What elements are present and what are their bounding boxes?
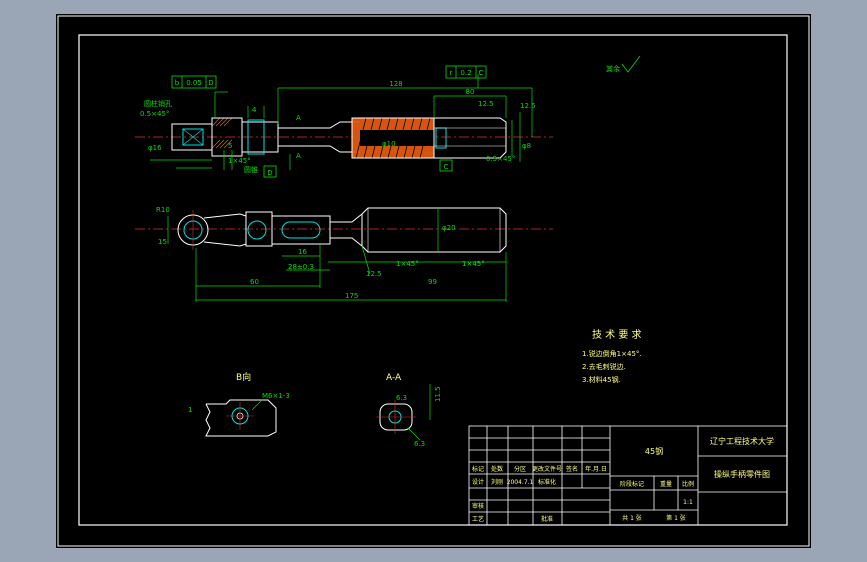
chamfer-a: 1×45° bbox=[396, 260, 419, 268]
dim-28: 28±0.3 bbox=[288, 263, 314, 271]
hole-note-title: 圆柱销孔 bbox=[144, 99, 172, 108]
tol-left-symbol: b bbox=[175, 79, 180, 87]
knob-length-dim: 80 bbox=[466, 88, 475, 96]
dim-square: 4 bbox=[252, 106, 257, 114]
dim-5: 5 bbox=[228, 142, 232, 150]
weight-label: 重量 bbox=[660, 480, 672, 488]
view-aa-dim-top: 6.3 bbox=[396, 394, 407, 402]
design-date: 2004.7.1 bbox=[507, 479, 534, 486]
cut-mark-bottom: A bbox=[296, 152, 301, 160]
dia-20: φ20 bbox=[442, 224, 456, 232]
designer-name: 刘刚 bbox=[491, 478, 503, 486]
stage-label: 阶段标记 bbox=[620, 480, 644, 488]
chamfer-right: 0.5×45° bbox=[486, 155, 515, 163]
overall-dim-175: 175 bbox=[345, 292, 358, 300]
header-cell-6: 年.月.日 bbox=[585, 465, 607, 473]
tol-right-value: 0.2 bbox=[460, 69, 471, 77]
material-cell: 45钢 bbox=[645, 446, 663, 456]
dim-16: 16 bbox=[298, 248, 307, 256]
tol-left-datum: D bbox=[208, 79, 213, 87]
dia-right: φ8 bbox=[522, 142, 531, 150]
sheet-total: 共 1 张 bbox=[622, 514, 642, 522]
overall-length-dim: 128 bbox=[389, 80, 402, 88]
process-label: 工艺 bbox=[472, 515, 484, 523]
design-label: 设计 bbox=[472, 478, 484, 486]
datum-c: C bbox=[444, 163, 449, 171]
chamfer-b: 1×45° bbox=[462, 260, 485, 268]
radius-dim: R10 bbox=[156, 206, 170, 214]
standardization-label: 标准化 bbox=[538, 478, 556, 486]
header-cell-2: 处数 bbox=[491, 465, 503, 473]
hole-note-size: 0.5×45° bbox=[140, 110, 169, 118]
view-b-dim: 1 bbox=[188, 406, 192, 414]
roughness-note: 其余 bbox=[606, 64, 620, 73]
cut-mark-top: A bbox=[296, 114, 301, 122]
approve-label: 批准 bbox=[541, 515, 553, 523]
view-aa-dim-bottom: 6.3 bbox=[414, 440, 425, 448]
small-label: 圆锥 bbox=[244, 165, 258, 174]
datum-d: D bbox=[267, 169, 272, 177]
view-aa-dim-side: 11.5 bbox=[434, 386, 442, 402]
tech-req-item-1: 1.锐边倒角1×45°. bbox=[582, 349, 642, 358]
drawing-name: 操纵手柄零件图 bbox=[714, 469, 770, 479]
school-name: 辽宁工程技术大学 bbox=[710, 436, 774, 446]
scale-label: 比例 bbox=[682, 480, 694, 488]
dia-left: φ16 bbox=[148, 144, 162, 152]
angle-note: 12.5 bbox=[366, 270, 382, 278]
tech-req-item-3: 3.材料45钢. bbox=[582, 375, 621, 384]
main-section-hatch bbox=[352, 117, 434, 159]
dim-15: 15 bbox=[158, 238, 167, 246]
view-b-title: B向 bbox=[236, 371, 251, 383]
tol-right-symbol: r bbox=[450, 69, 453, 77]
header-cell-4: 更改文件号 bbox=[532, 465, 562, 473]
view-b-note: M6×1-3 bbox=[262, 392, 290, 400]
view-aa-title: A-A bbox=[386, 373, 402, 383]
tech-req-item-2: 2.去毛刺锐边. bbox=[582, 362, 626, 371]
header-cell-1: 标记 bbox=[472, 465, 484, 473]
dim-60: 60 bbox=[250, 278, 259, 286]
cad-viewport: b 0.05 D r 0.2 C D C 128 80 圆柱销孔 0.5×45°… bbox=[56, 14, 811, 548]
review-label: 审核 bbox=[472, 502, 484, 510]
tol-left-value: 0.05 bbox=[186, 79, 202, 87]
dim-99: 99 bbox=[428, 278, 437, 286]
tol-right-datum: C bbox=[479, 69, 484, 77]
dim-12-5-top: 12.5 bbox=[478, 100, 494, 108]
header-cell-5: 签名 bbox=[566, 465, 578, 473]
dia-mid: φ10 bbox=[382, 140, 396, 148]
chamfer-left: 1×45° bbox=[228, 157, 251, 165]
sheet-number: 第 1 张 bbox=[666, 514, 686, 522]
scale-value: 1:1 bbox=[683, 499, 693, 506]
dim-12-5-right: 12.5 bbox=[520, 102, 536, 110]
header-cell-3: 分区 bbox=[514, 465, 526, 473]
tech-req-title: 技 术 要 求 bbox=[592, 328, 642, 341]
